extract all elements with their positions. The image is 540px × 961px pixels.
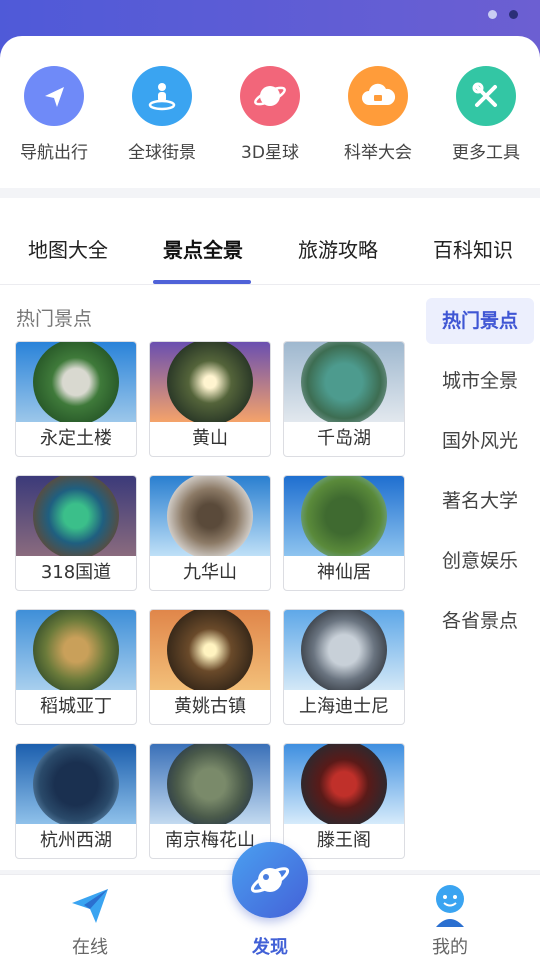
page-indicator <box>488 10 518 19</box>
spot-card[interactable]: 杭州西湖 <box>15 743 137 859</box>
nav-online[interactable]: 在线 <box>30 875 150 961</box>
spot-card[interactable]: 上海迪士尼 <box>283 609 405 725</box>
spot-name: 318国道 <box>40 562 112 583</box>
spot-thumbnail <box>284 476 404 556</box>
spot-thumbnail <box>150 476 270 556</box>
spot-name: 滕王阁 <box>317 830 371 851</box>
cloud-exam-icon <box>348 66 408 126</box>
tool-street-view[interactable]: 全球街景 <box>108 66 216 163</box>
tool-label: 导航出行 <box>20 143 88 163</box>
spot-thumbnail <box>16 342 136 422</box>
spot-thumbnail <box>150 342 270 422</box>
tab-travel-guide[interactable]: 旅游攻略 <box>298 234 378 263</box>
navigation-arrow-icon <box>24 66 84 126</box>
tab-maps[interactable]: 地图大全 <box>28 234 108 263</box>
tab-bar: 地图大全 景点全景 旅游攻略 百科知识 <box>0 198 540 285</box>
spot-card[interactable]: 黄山 <box>149 341 271 457</box>
tool-row: 导航出行 全球街景 3D星球 科举大会 更多工具 <box>0 66 540 163</box>
tool-more[interactable]: 更多工具 <box>432 66 540 163</box>
spot-card[interactable]: 南京梅花山 <box>149 743 271 859</box>
content-card: 地图大全 景点全景 旅游攻略 百科知识 热门景点 永定土楼 黄山 千岛湖 318… <box>0 198 540 870</box>
category-provinces[interactable]: 各省景点 <box>426 598 534 644</box>
spot-thumbnail <box>284 610 404 690</box>
category-hot-spots[interactable]: 热门景点 <box>426 298 534 344</box>
spot-thumbnail <box>284 744 404 824</box>
planet-ring-icon <box>240 66 300 126</box>
tool-3d-planet[interactable]: 3D星球 <box>216 66 324 163</box>
tab-encyclopedia[interactable]: 百科知识 <box>433 234 513 263</box>
spot-name: 杭州西湖 <box>40 830 112 851</box>
tool-label: 全球街景 <box>128 143 196 163</box>
category-city-panorama[interactable]: 城市全景 <box>426 358 534 404</box>
spot-card[interactable]: 千岛湖 <box>283 341 405 457</box>
discover-fab[interactable] <box>232 842 308 918</box>
tool-label: 3D星球 <box>241 143 299 163</box>
street-view-person-icon <box>132 66 192 126</box>
page-dot-active <box>509 10 518 19</box>
spot-card[interactable]: 永定土楼 <box>15 341 137 457</box>
category-foreign-scenery[interactable]: 国外风光 <box>426 418 534 464</box>
spot-thumbnail <box>150 744 270 824</box>
spot-name: 稻城亚丁 <box>40 696 112 717</box>
page-dot <box>488 10 497 19</box>
active-tab-indicator <box>153 280 251 284</box>
user-avatar-icon <box>430 883 470 933</box>
planet-icon <box>250 867 290 893</box>
wrench-screwdriver-icon <box>456 66 516 126</box>
category-creative-fun[interactable]: 创意娱乐 <box>426 538 534 584</box>
spot-name: 上海迪士尼 <box>299 696 389 717</box>
nav-mine[interactable]: 我的 <box>390 875 510 961</box>
spot-card[interactable]: 神仙居 <box>283 475 405 591</box>
spot-thumbnail <box>16 610 136 690</box>
tab-scenic-panorama[interactable]: 景点全景 <box>163 234 243 263</box>
spot-name: 黄山 <box>192 428 228 449</box>
section-title: 热门景点 <box>16 308 93 330</box>
spot-name: 神仙居 <box>317 562 371 583</box>
tool-label: 更多工具 <box>452 143 520 163</box>
spot-name: 九华山 <box>183 562 237 583</box>
category-universities[interactable]: 著名大学 <box>426 478 534 524</box>
nav-label: 我的 <box>432 937 468 958</box>
nav-label: 发现 <box>252 937 288 958</box>
spot-card[interactable]: 黄姚古镇 <box>149 609 271 725</box>
paper-plane-icon <box>68 883 112 931</box>
spot-thumbnail <box>16 476 136 556</box>
spot-name: 永定土楼 <box>40 428 112 449</box>
spot-card[interactable]: 318国道 <box>15 475 137 591</box>
tool-exam[interactable]: 科举大会 <box>324 66 432 163</box>
spot-card[interactable]: 九华山 <box>149 475 271 591</box>
tool-label: 科举大会 <box>344 143 412 163</box>
tool-navigation[interactable]: 导航出行 <box>0 66 108 163</box>
spot-thumbnail <box>284 342 404 422</box>
nav-label: 在线 <box>72 937 108 958</box>
spot-name: 千岛湖 <box>317 428 371 449</box>
spot-card[interactable]: 滕王阁 <box>283 743 405 859</box>
spot-thumbnail <box>16 744 136 824</box>
spot-thumbnail <box>150 610 270 690</box>
spot-name: 黄姚古镇 <box>174 696 246 717</box>
tools-card: 导航出行 全球街景 3D星球 科举大会 更多工具 <box>0 36 540 188</box>
spot-card[interactable]: 稻城亚丁 <box>15 609 137 725</box>
